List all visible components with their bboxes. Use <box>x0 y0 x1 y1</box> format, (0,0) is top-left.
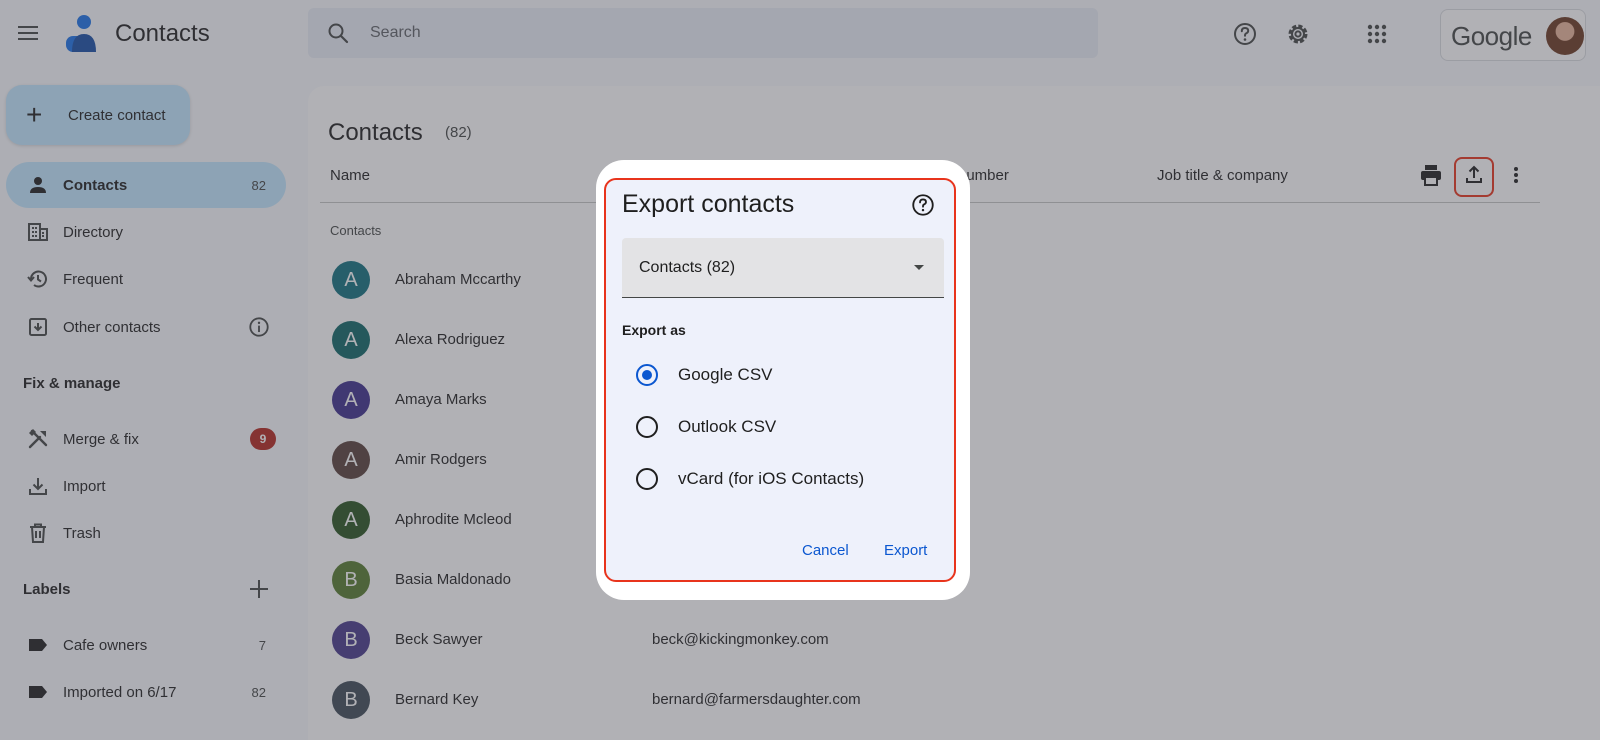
export-option-vcard[interactable]: vCard (for iOS Contacts) <box>636 464 936 494</box>
cancel-button[interactable]: Cancel <box>802 542 849 559</box>
dialog-title: Export contacts <box>622 190 795 218</box>
radio-google-csv[interactable] <box>636 364 658 386</box>
radio-outlook-csv[interactable] <box>636 416 658 438</box>
radio-label: Google CSV <box>678 365 773 384</box>
export-button[interactable]: Export <box>884 542 927 559</box>
export-option-google-csv[interactable]: Google CSV <box>636 360 936 390</box>
radio-vcard[interactable] <box>636 468 658 490</box>
select-value: Contacts (82) <box>639 259 736 276</box>
export-contacts-dialog: Export contacts Contacts (82) Export as … <box>604 178 956 582</box>
export-dialog-frame: Export contacts Contacts (82) Export as … <box>596 160 970 600</box>
help-icon[interactable] <box>910 192 936 218</box>
contacts-source-select[interactable]: Contacts (82) <box>622 238 944 298</box>
export-option-outlook-csv[interactable]: Outlook CSV <box>636 412 936 442</box>
radio-label: Outlook CSV <box>678 417 777 436</box>
export-as-label: Export as <box>622 322 686 338</box>
dropdown-arrow-icon <box>914 265 924 270</box>
radio-label: vCard (for iOS Contacts) <box>678 469 865 488</box>
